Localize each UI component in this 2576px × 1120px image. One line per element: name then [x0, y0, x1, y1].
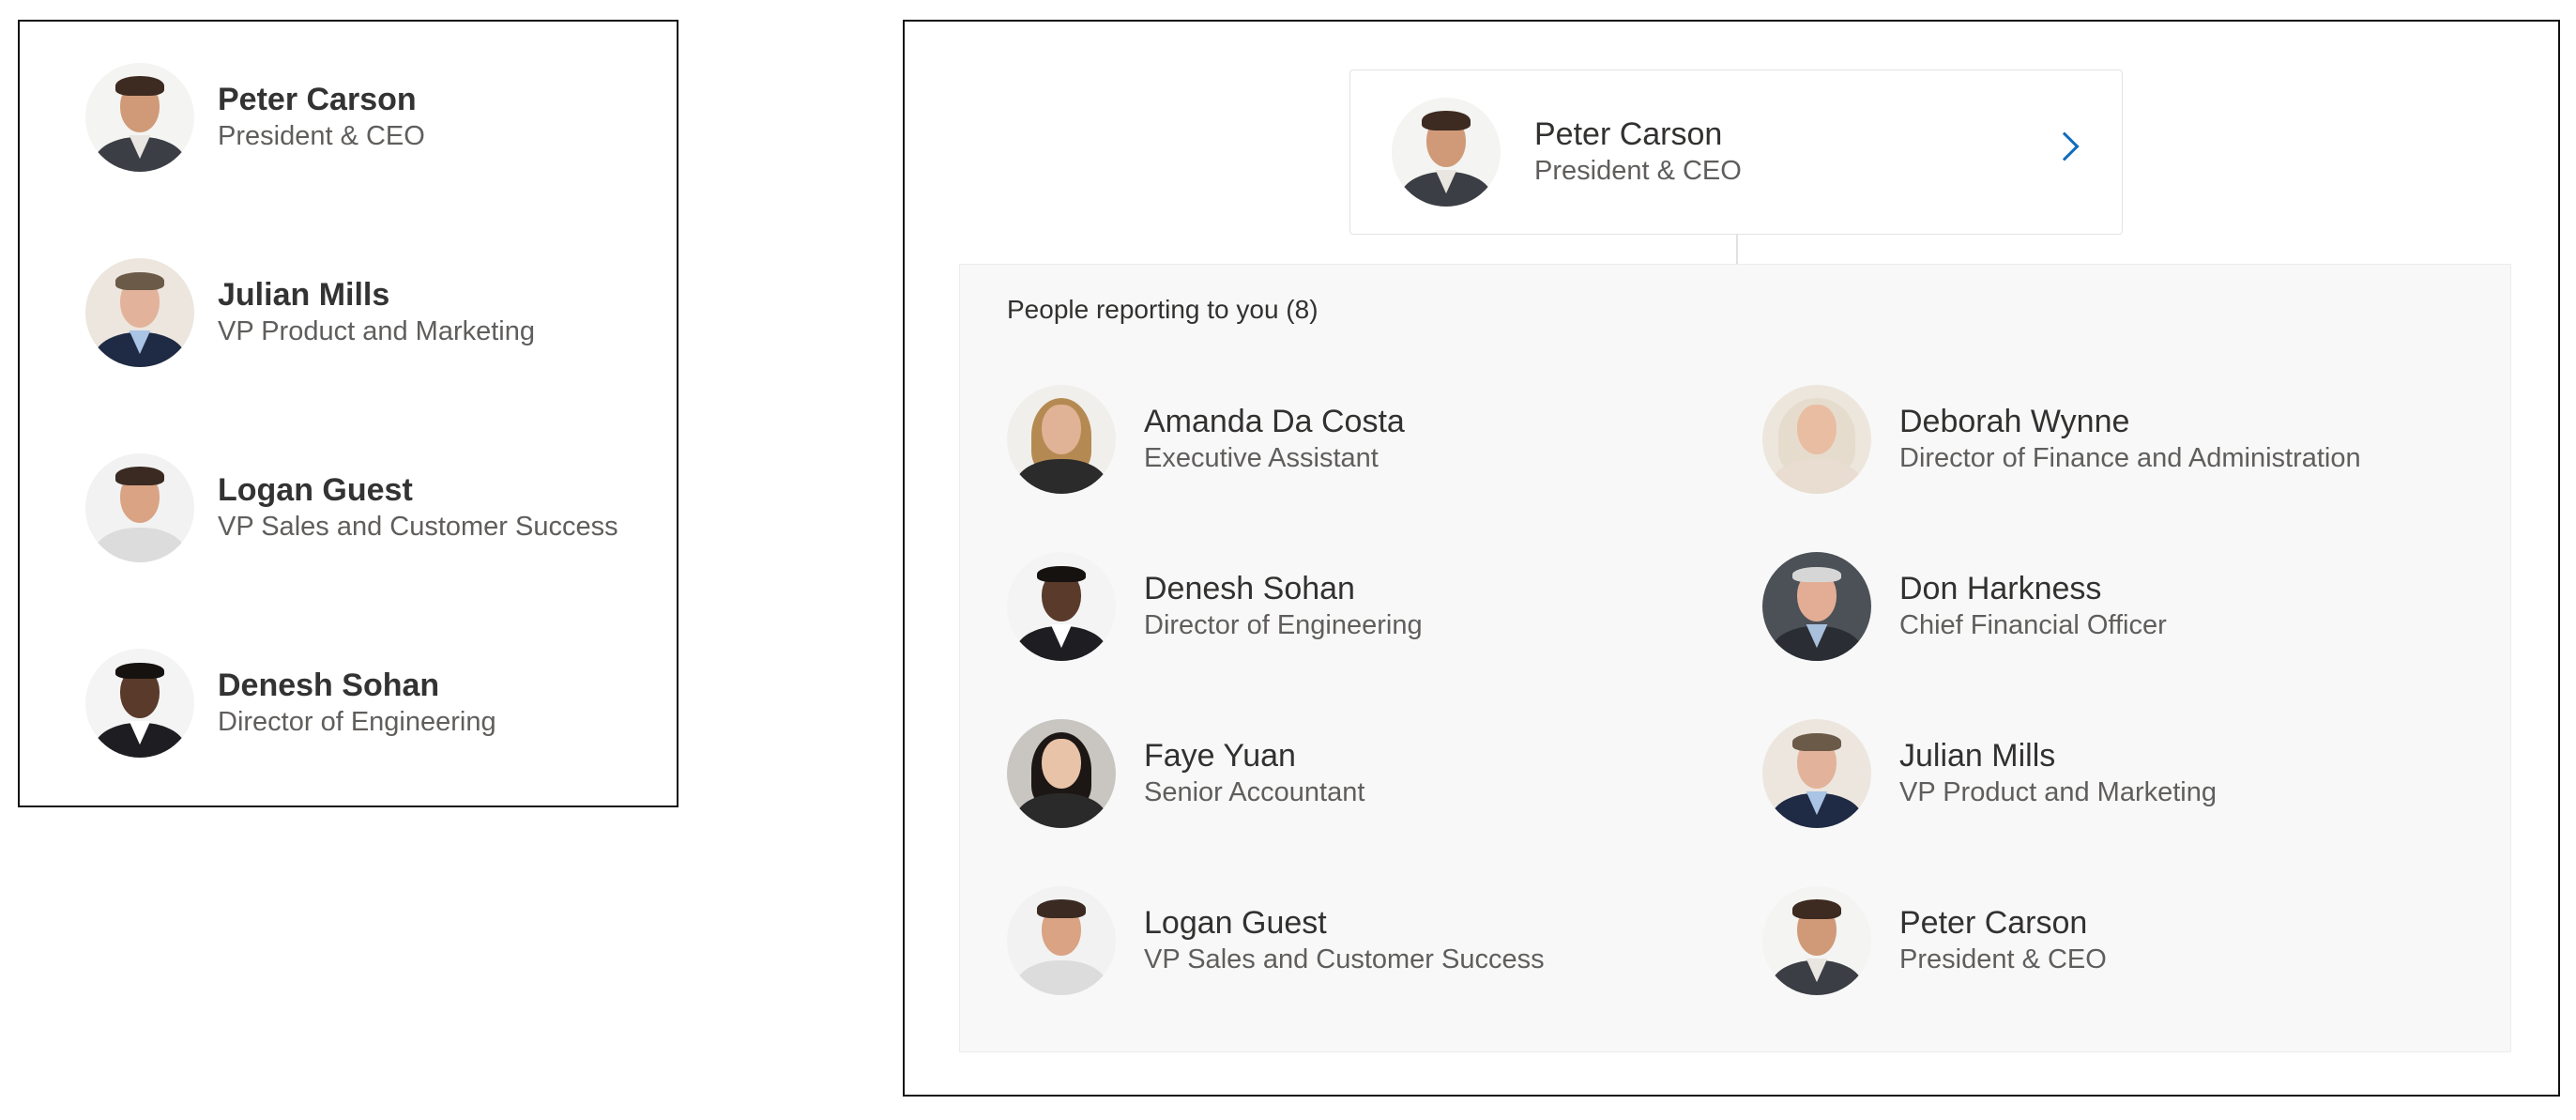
report-logan-guest[interactable]: Logan Guest VP Sales and Customer Succes… — [1007, 886, 1545, 995]
report-denesh-sohan[interactable]: Denesh Sohan Director of Engineering — [1007, 552, 1423, 661]
person-row-peter-carson[interactable]: Peter Carson President & CEO — [85, 63, 425, 172]
report-don-harkness[interactable]: Don Harkness Chief Financial Officer — [1762, 552, 2167, 661]
report-title: Director of Engineering — [1144, 610, 1423, 640]
report-name: Peter Carson — [1899, 905, 2088, 941]
person-title: VP Product and Marketing — [218, 316, 535, 346]
avatar — [85, 258, 194, 367]
avatar — [1762, 385, 1871, 494]
report-julian-mills[interactable]: Julian Mills VP Product and Marketing — [1762, 719, 2217, 828]
avatar — [1762, 552, 1871, 661]
org-chart-panel: Peter Carson President & CEO People repo… — [903, 20, 2560, 1097]
report-name: Denesh Sohan — [1144, 571, 1355, 606]
manager-name: Peter Carson — [1534, 116, 1723, 152]
report-title: Director of Finance and Administration — [1899, 443, 2361, 473]
report-title: President & CEO — [1899, 944, 2107, 974]
person-name: Julian Mills — [218, 277, 390, 313]
report-peter-carson[interactable]: Peter Carson President & CEO — [1762, 886, 2107, 995]
report-deborah-wynne[interactable]: Deborah Wynne Director of Finance and Ad… — [1762, 385, 2361, 494]
person-title: Director of Engineering — [218, 707, 496, 737]
avatar — [85, 453, 194, 562]
person-name: Peter Carson — [218, 82, 417, 117]
report-title: Executive Assistant — [1144, 443, 1379, 473]
report-amanda-da-costa[interactable]: Amanda Da Costa Executive Assistant — [1007, 385, 1405, 494]
direct-reports-section: People reporting to you (8) Amanda Da Co… — [959, 264, 2511, 1052]
report-title: Chief Financial Officer — [1899, 610, 2167, 640]
person-row-julian-mills[interactable]: Julian Mills VP Product and Marketing — [85, 258, 535, 367]
avatar — [85, 649, 194, 758]
people-list-panel: Peter Carson President & CEO Julian Mill… — [18, 20, 678, 807]
report-title: Senior Accountant — [1144, 777, 1365, 807]
avatar — [1007, 552, 1116, 661]
report-name: Faye Yuan — [1144, 738, 1296, 774]
report-name: Amanda Da Costa — [1144, 404, 1405, 439]
avatar — [1007, 719, 1116, 828]
report-faye-yuan[interactable]: Faye Yuan Senior Accountant — [1007, 719, 1364, 828]
person-title: VP Sales and Customer Success — [218, 512, 618, 542]
person-name: Denesh Sohan — [218, 667, 440, 703]
org-connector-line — [1736, 235, 1738, 265]
manager-card[interactable]: Peter Carson President & CEO — [1349, 69, 2123, 235]
person-name: Logan Guest — [218, 472, 413, 508]
person-row-denesh-sohan[interactable]: Denesh Sohan Director of Engineering — [85, 649, 496, 758]
avatar — [85, 63, 194, 172]
report-title: VP Product and Marketing — [1899, 777, 2217, 807]
report-name: Don Harkness — [1899, 571, 2102, 606]
person-title: President & CEO — [218, 121, 425, 151]
avatar — [1007, 385, 1116, 494]
person-row-logan-guest[interactable]: Logan Guest VP Sales and Customer Succes… — [85, 453, 618, 562]
expand-manager-button[interactable] — [2037, 119, 2094, 176]
report-title: VP Sales and Customer Success — [1144, 944, 1545, 974]
report-name: Julian Mills — [1899, 738, 2056, 774]
report-name: Logan Guest — [1144, 905, 1327, 941]
reports-heading: People reporting to you (8) — [1007, 295, 1318, 324]
report-name: Deborah Wynne — [1899, 404, 2130, 439]
chevron-right-icon — [2050, 131, 2080, 161]
manager-title: President & CEO — [1534, 156, 1742, 186]
avatar — [1762, 886, 1871, 995]
avatar — [1392, 98, 1501, 207]
avatar — [1762, 719, 1871, 828]
avatar — [1007, 886, 1116, 995]
